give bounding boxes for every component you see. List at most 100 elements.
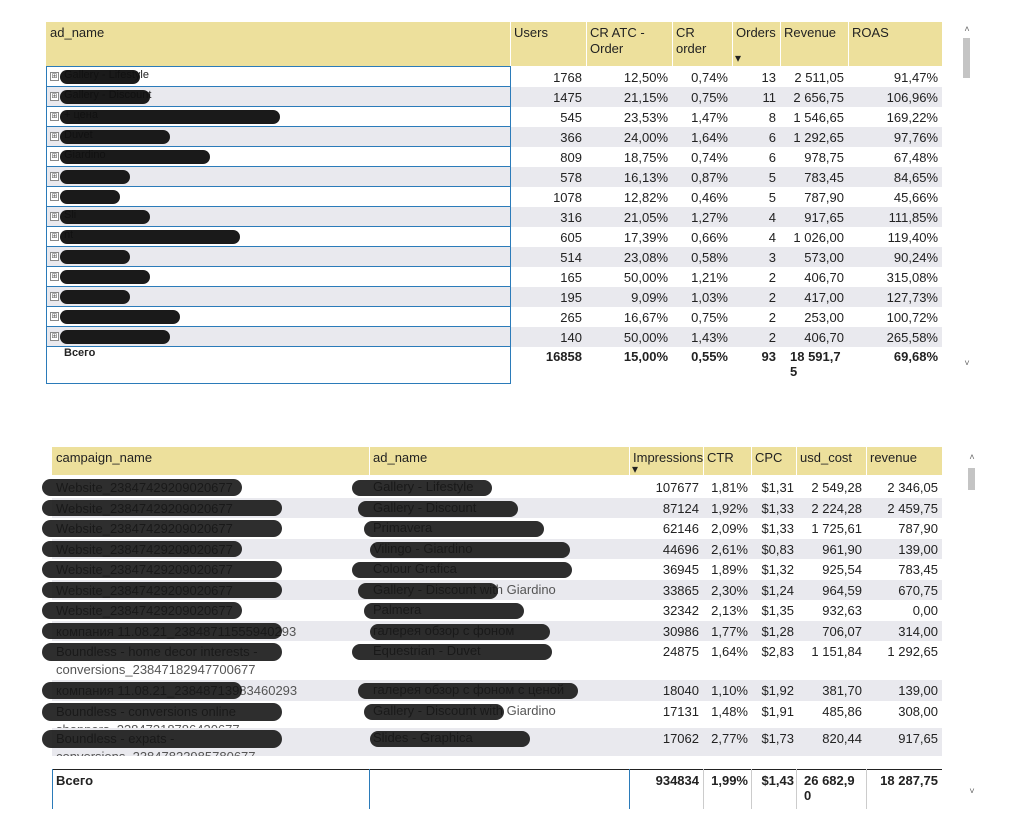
table-row[interactable]: ⊞ 1078 12,82% 0,46% 5 787,90 45,66%	[46, 187, 942, 207]
cell-orders: 6	[768, 150, 776, 165]
cell-roas: 119,40%	[887, 230, 938, 245]
header-usd-cost[interactable]: usd_cost	[796, 447, 866, 475]
header-cr-order[interactable]: CR order	[672, 22, 732, 66]
header-ctr-label: CTR	[707, 450, 734, 465]
scroll-thumb[interactable]	[968, 468, 975, 490]
redaction-mark	[364, 704, 504, 720]
expand-icon[interactable]: ⊞	[50, 292, 59, 301]
header-revenue[interactable]: Revenue	[780, 22, 848, 66]
scroll-up-icon[interactable]: ˄	[967, 452, 977, 462]
header-cpc[interactable]: CPC	[751, 447, 796, 475]
expand-icon[interactable]: ⊞	[50, 152, 59, 161]
table-row[interactable]: ⊞Gallery - Discount147521,15%0,75%112 65…	[46, 87, 942, 107]
scroll-up-icon[interactable]: ˄	[962, 24, 972, 34]
cell-ctr: 2,13%	[711, 603, 748, 618]
header-ad-name[interactable]: ad_name	[46, 22, 510, 66]
cell-orders: 4	[768, 210, 776, 225]
table-row[interactable]: компания 11.08.21_23848713983460293галер…	[42, 680, 942, 701]
cell-roas: 169,22%	[886, 110, 938, 125]
table-row[interactable]: компания 11.08.21_23848711555940293галер…	[42, 621, 942, 641]
scroll-down-icon[interactable]: ˅	[962, 358, 972, 368]
header-revenue-2[interactable]: revenue	[866, 447, 942, 475]
redaction-mark	[42, 500, 282, 516]
table-row[interactable]: Website_23847429209020677Gallery - Disco…	[42, 498, 942, 518]
redaction-mark	[42, 623, 282, 639]
header-cr-atc[interactable]: CR ATC - Order	[586, 22, 672, 66]
cell-roas: 315,08%	[886, 270, 938, 285]
table-row[interactable]: Website_23847429209020677Gallery - Disco…	[42, 580, 942, 600]
expand-icon[interactable]: ⊞	[50, 172, 59, 181]
table-row[interactable]: ⊞ 140 50,00% 1,43% 2 406,70 265,58%	[46, 327, 942, 347]
header-users-label: Users	[514, 25, 548, 40]
table-row[interactable]: ⊞+ цена54523,53%1,47%81 546,65169,22%	[46, 107, 942, 127]
table-row[interactable]: Boundless - conversions online shoppers_…	[42, 701, 942, 728]
expand-icon[interactable]: ⊞	[50, 252, 59, 261]
header-ctr[interactable]: CTR	[703, 447, 751, 475]
table-row[interactable]: ⊞ 578 16,13% 0,87% 5 783,45 84,65%	[46, 167, 942, 187]
redaction-mark	[42, 682, 242, 699]
table-row[interactable]: ⊞nt60517,39%0,66%41 026,00119,40%	[46, 227, 942, 247]
table-row[interactable]: ⊞ 514 23,08% 0,58% 3 573,00 90,24%	[46, 247, 942, 267]
header-impressions[interactable]: Impressions ▾	[629, 447, 703, 476]
expand-icon[interactable]: ⊞	[50, 232, 59, 241]
table-row[interactable]: ⊞Sli31621,05%1,27%4917,65111,85%	[46, 207, 942, 227]
expand-icon[interactable]: ⊞	[50, 92, 59, 101]
table-row[interactable]: Boundless - expats - conversions_2384782…	[42, 728, 942, 756]
table-row[interactable]: ⊞ 195 9,09% 1,03% 2 417,00 127,73%	[46, 287, 942, 307]
table-row[interactable]: Website_23847429209020677Palmera323422,1…	[42, 600, 942, 621]
scroll-down-icon[interactable]: ˅	[967, 786, 977, 796]
redaction-mark	[42, 703, 282, 721]
expand-icon[interactable]: ⊞	[50, 132, 59, 141]
cell-impressions: 32342	[662, 603, 699, 618]
redaction-mark	[358, 683, 578, 699]
cell-revenue: 917,65	[804, 210, 844, 225]
cell-revenue: 573,00	[804, 250, 844, 265]
table1-scrollbar[interactable]: ˄ ˅	[962, 22, 972, 374]
header-orders-label: Orders	[736, 25, 776, 40]
table2-body: Website_23847429209020677Gallery - Lifes…	[42, 475, 942, 771]
cell-revenue: 917,65	[898, 731, 938, 746]
header-roas[interactable]: ROAS	[848, 22, 942, 66]
cell-impressions: 87124	[662, 501, 699, 516]
table-row[interactable]: Website_23847429209020677Primavera621462…	[42, 518, 942, 539]
redaction-mark	[60, 230, 240, 244]
expand-icon[interactable]: ⊞	[50, 212, 59, 221]
expand-icon[interactable]: ⊞	[50, 332, 59, 341]
expand-icon[interactable]: ⊞	[50, 112, 59, 121]
table-row[interactable]: ⊞Giardino80918,75%0,74%6978,7567,48%	[46, 147, 942, 167]
cell-cr-order: 0,75%	[691, 90, 728, 105]
table-row[interactable]: ⊞Gallery - Lifestyle176812,50%0,74%132 5…	[46, 67, 942, 87]
header-usd-cost-label: usd_cost	[800, 450, 853, 465]
header-ad-name-2[interactable]: ad_name	[369, 447, 629, 475]
table-row[interactable]: ⊞ 165 50,00% 1,21% 2 406,70 315,08%	[46, 267, 942, 287]
cell-ctr: 1,10%	[711, 683, 748, 698]
cell-roas: 67,48%	[893, 150, 938, 165]
header-orders[interactable]: Orders ▾	[732, 22, 780, 66]
scroll-thumb[interactable]	[963, 38, 970, 78]
expand-icon[interactable]: ⊞	[50, 72, 59, 81]
redaction-mark	[370, 624, 550, 640]
table2-scrollbar[interactable]: ˄ ˅	[967, 450, 977, 802]
header-users[interactable]: Users	[510, 22, 586, 66]
table-row[interactable]: Boundless - home decor interests - conve…	[42, 641, 942, 680]
table-row[interactable]: Website_23847429209020677Gallery - Lifes…	[42, 477, 942, 498]
table-row[interactable]: ⊞Duvet36624,00%1,64%61 292,6597,76%	[46, 127, 942, 147]
cell-cr-atc: 21,15%	[623, 90, 668, 105]
cell-usd-cost: 485,86	[822, 704, 862, 719]
cell-revenue: 0,00	[912, 603, 938, 618]
cell-ctr: 1,81%	[711, 480, 748, 495]
expand-icon[interactable]: ⊞	[50, 312, 59, 321]
cell-cr-atc: 50,00%	[623, 270, 668, 285]
expand-icon[interactable]: ⊞	[50, 272, 59, 281]
sort-desc-icon[interactable]: ▾	[735, 50, 741, 66]
table-row[interactable]: Website_23847429209020677Vilingo - Giard…	[42, 539, 942, 559]
table-row[interactable]: ⊞ 265 16,67% 0,75% 2 253,00 100,72%	[46, 307, 942, 327]
table-row[interactable]: Website_23847429209020677Colour Grafica3…	[42, 559, 942, 580]
cell-cr-atc: 23,08%	[623, 250, 668, 265]
cell-ctr: 2,61%	[711, 542, 748, 557]
cell-cr-order: 0,87%	[691, 170, 728, 185]
cell-revenue: 406,70	[804, 270, 844, 285]
cell-usd-cost: 961,90	[822, 542, 862, 557]
expand-icon[interactable]: ⊞	[50, 192, 59, 201]
header-campaign-name[interactable]: campaign_name	[52, 447, 369, 475]
